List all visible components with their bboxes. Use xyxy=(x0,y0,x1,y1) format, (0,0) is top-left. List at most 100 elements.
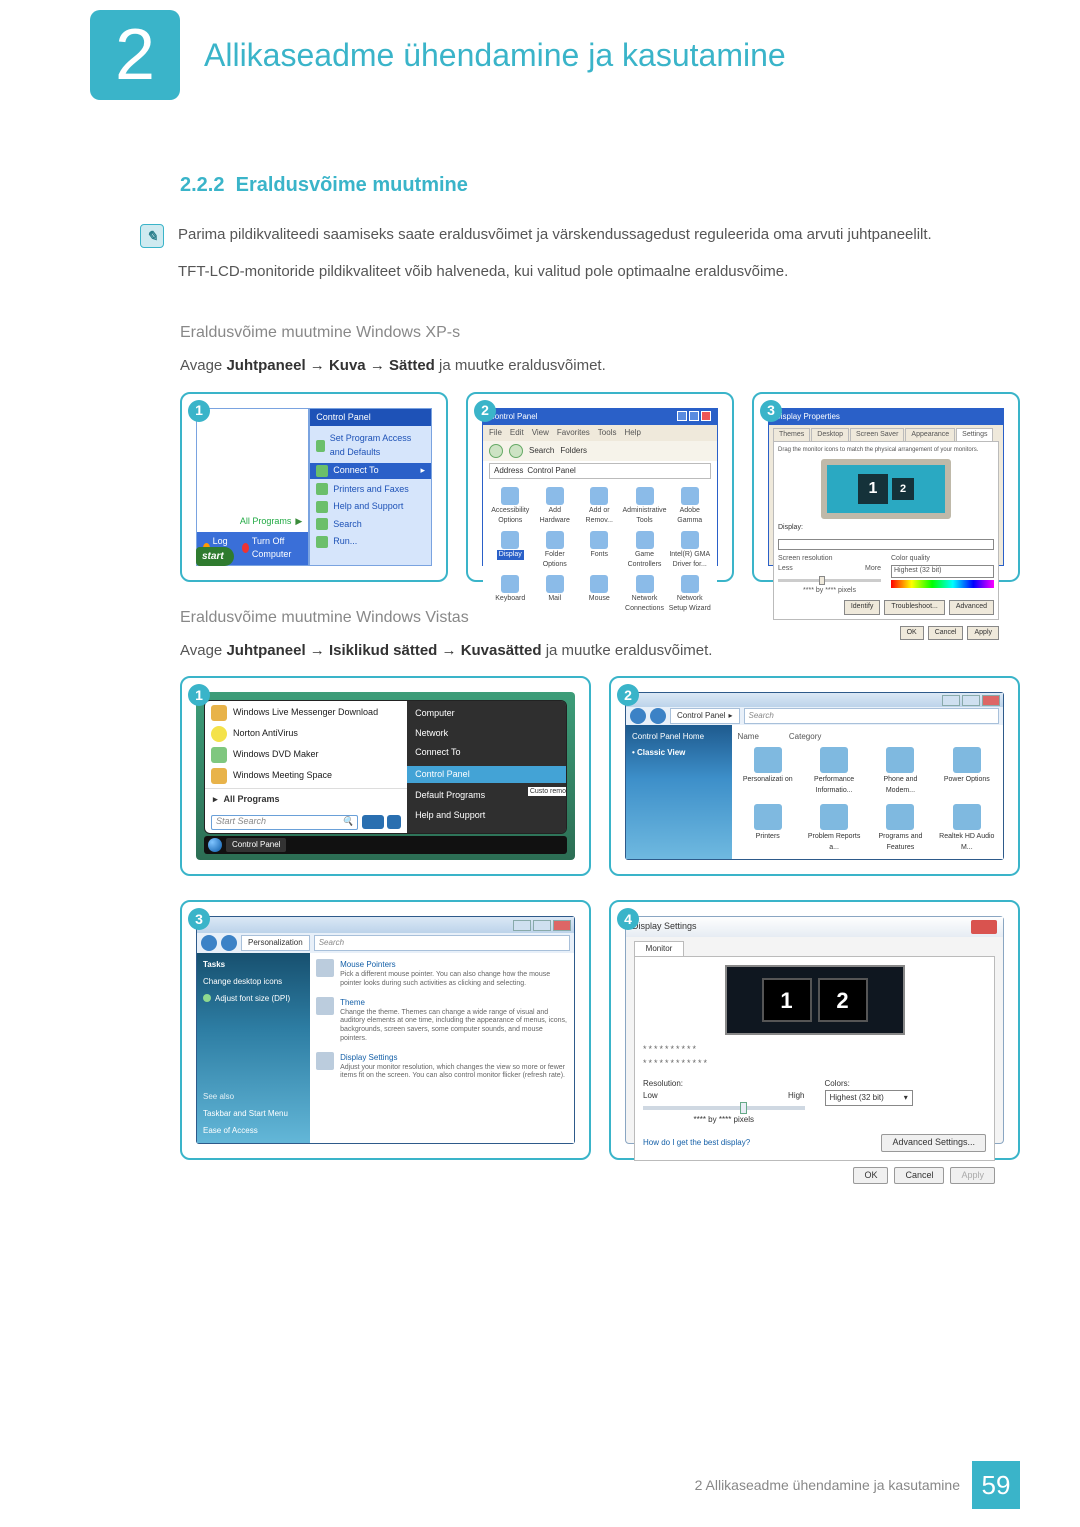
cp-item-icon xyxy=(953,804,981,830)
xp-menu-item: Run... xyxy=(333,535,357,549)
figure-number-badge: 1 xyxy=(188,684,210,706)
info-icon: ✎ xyxy=(140,224,164,248)
chevron-right-icon: ▸ xyxy=(213,793,218,807)
cp-item-label: Mail xyxy=(548,594,561,605)
cp-item-label: Programs and Features xyxy=(870,832,930,853)
cp-item-icon xyxy=(681,575,699,593)
close-icon xyxy=(701,411,711,421)
cp-item-label: Performance Informatio... xyxy=(804,775,864,796)
section-link: Mouse Pointers xyxy=(340,959,568,971)
start-right-item: Help and Support xyxy=(415,809,558,823)
back-icon xyxy=(201,935,217,951)
tasks-header: Tasks xyxy=(203,959,304,971)
tab: Desktop xyxy=(811,428,849,442)
cp-item-label: Game Controllers xyxy=(623,550,667,571)
menu-item-icon xyxy=(316,501,328,513)
menu-item: Tools xyxy=(598,427,617,439)
xp-instruction: Avage Juhtpaneel → Kuva → Sätted ja muut… xyxy=(180,355,1020,378)
cp-item-label: Mouse xyxy=(589,594,610,605)
page-footer: 2 Allikaseadme ühendamine ja kasutamine … xyxy=(695,1461,1020,1509)
monitor-1: 1 xyxy=(762,978,812,1022)
chapter-number-badge: 2 xyxy=(90,10,180,100)
cp-item-label: Network Setup Wizard xyxy=(668,594,711,615)
menu-item-icon xyxy=(316,518,328,530)
display-dropdown xyxy=(778,539,994,550)
cp-item-icon xyxy=(754,747,782,773)
start-right-item: Connect To xyxy=(415,746,558,760)
tooltip: Custo remo xyxy=(528,787,567,796)
folders-label: Folders xyxy=(560,445,587,457)
tab: Screen Saver xyxy=(850,428,904,442)
search-label: Search xyxy=(529,445,554,457)
colors-label: Colors: xyxy=(825,1078,987,1090)
tab-monitor: Monitor xyxy=(634,941,684,956)
vista-instr-pre: Avage xyxy=(180,642,226,659)
maximize-icon xyxy=(689,411,699,421)
display-icon xyxy=(316,1052,334,1070)
cp-item-icon xyxy=(546,487,564,505)
maximize-icon xyxy=(533,920,551,931)
task-link: Change desktop icons xyxy=(203,976,304,988)
vista-path-1: Juhtpaneel xyxy=(226,642,305,659)
cp-item-label: Administrative Tools xyxy=(623,506,667,527)
resolution-value: **** by **** pixels xyxy=(643,1114,805,1126)
vista-path-2: Isiklikud sätted xyxy=(329,642,437,659)
cp-item-label: Phone and Modem... xyxy=(870,775,930,796)
tab: Appearance xyxy=(905,428,955,442)
theme-icon xyxy=(316,997,334,1015)
program-icon xyxy=(211,726,227,742)
colorquality-dropdown: Highest (32 bit) xyxy=(891,565,994,578)
program-icon xyxy=(211,705,227,721)
minimize-icon xyxy=(942,695,960,706)
back-icon xyxy=(630,708,646,724)
lock-button-icon xyxy=(387,815,401,829)
cp-item-label: Network Connections xyxy=(623,594,667,615)
info-callout: ✎ Parima pildikvaliteedi saamiseks saate… xyxy=(140,224,1020,297)
resolution-label: Screen resolution xyxy=(778,554,881,565)
cp-item-icon xyxy=(953,747,981,773)
monitor-1: 1 xyxy=(858,474,888,504)
menu-item: File xyxy=(489,427,502,439)
tab-active: Settings xyxy=(956,428,993,442)
program-icon xyxy=(211,768,227,784)
more-label: More xyxy=(865,564,881,575)
cp-item-label: Printers xyxy=(738,832,798,843)
start-menu-item: Windows DVD Maker xyxy=(233,748,319,762)
troubleshoot-button: Troubleshoot... xyxy=(884,600,944,615)
start-menu-item: Windows Meeting Space xyxy=(233,769,332,783)
menu-item-icon xyxy=(316,536,328,548)
color-bar xyxy=(891,580,994,588)
monitor-preview: 1 2 xyxy=(821,459,951,519)
masked-text: ********** xyxy=(643,1043,986,1057)
cancel-button: Cancel xyxy=(894,1167,944,1185)
footer-label: 2 Allikaseadme ühendamine ja kasutamine xyxy=(695,1475,960,1496)
resolution-slider xyxy=(643,1106,805,1110)
monitor-2: 2 xyxy=(892,478,914,500)
cp-item-label: Problem Reports a... xyxy=(804,832,864,853)
task-link: Adjust font size (DPI) xyxy=(215,993,290,1005)
menu-item-icon xyxy=(316,465,328,477)
hint-text: Drag the monitor icons to match the phys… xyxy=(778,446,994,455)
ok-button: OK xyxy=(900,626,924,641)
breadcrumb: Control Panel xyxy=(677,710,725,722)
xp-instr-post: ja muutke eraldusvõimet. xyxy=(439,357,606,374)
figure-number-badge: 2 xyxy=(474,400,496,422)
cp-item-icon xyxy=(546,531,564,549)
cp-item-label: Realtek HD Audio M... xyxy=(937,832,997,853)
start-menu-item: Windows Live Messenger Download xyxy=(233,706,378,720)
cp-item-icon xyxy=(886,747,914,773)
chapter-header: 2 Allikaseadme ühendamine ja kasutamine xyxy=(0,0,1080,130)
colorquality-label: Color quality xyxy=(891,554,994,565)
vista-figure-3: 3 Personalization Search Tasks Change de… xyxy=(180,900,591,1160)
breadcrumb: Personalization xyxy=(248,937,303,949)
xp-turnoff: Turn Off Computer xyxy=(252,535,302,562)
ok-button: OK xyxy=(853,1167,888,1185)
figure-number-badge: 4 xyxy=(617,908,639,930)
apply-button: Apply xyxy=(950,1167,995,1185)
figure-number-badge: 3 xyxy=(760,400,782,422)
xp-menu-item: Printers and Faxes xyxy=(333,483,409,497)
info-paragraph-1: Parima pildikvaliteedi saamiseks saate e… xyxy=(178,224,932,247)
cp-item-icon xyxy=(886,804,914,830)
menu-item: Edit xyxy=(510,427,524,439)
arrow-icon: → xyxy=(310,357,325,374)
